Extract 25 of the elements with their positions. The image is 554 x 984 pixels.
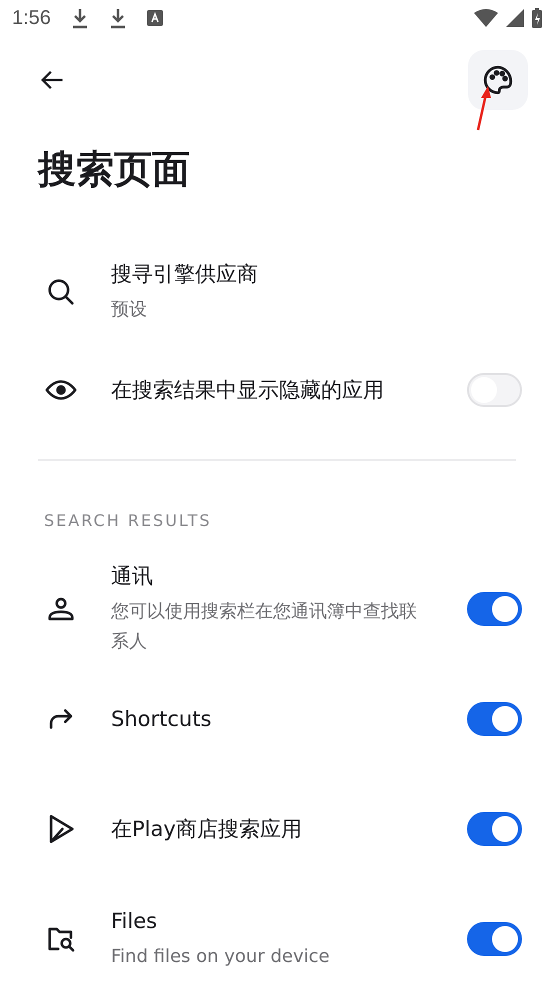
theme-button[interactable] (468, 50, 528, 110)
download-icon (70, 7, 89, 29)
toggle-switch[interactable] (467, 922, 522, 956)
toggle-switch[interactable] (467, 702, 522, 736)
setting-title: Shortcuts (111, 706, 212, 733)
setting-subtitle: Find files on your device (111, 945, 331, 969)
page-title: 搜索页面 (38, 146, 191, 193)
section-header: SEARCH RESULTS (43, 510, 213, 532)
setting-title: 通讯 (111, 563, 154, 590)
setting-title: Files (111, 908, 158, 935)
setting-title: 在搜索结果中显示隐藏的应用 (111, 377, 385, 404)
setting-title: 在Play商店搜索应用 (111, 816, 303, 843)
keyboard-notification-icon (146, 10, 163, 26)
toggle-switch[interactable] (467, 592, 522, 626)
toggle-switch[interactable] (467, 812, 522, 846)
setting-subtitle: 预设 (111, 298, 148, 322)
download-icon (108, 7, 127, 29)
palette-icon (481, 63, 515, 97)
setting-title: 搜寻引擎供应商 (111, 261, 259, 288)
status-time: 1:56 (12, 6, 51, 30)
setting-subtitle: 您可以使用搜索栏在您通讯簿中查找联系人 (111, 600, 418, 654)
wifi-icon (474, 9, 498, 27)
battery-icon (532, 8, 542, 28)
annotation-arrow (474, 84, 494, 132)
signal-icon (506, 9, 524, 27)
